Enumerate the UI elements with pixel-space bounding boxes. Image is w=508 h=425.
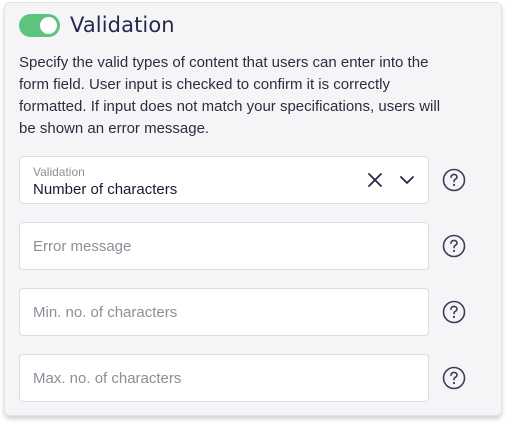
help-circle-icon[interactable] <box>442 366 466 390</box>
min-characters-placeholder: Min. no. of characters <box>33 304 178 321</box>
help-circle-icon[interactable] <box>442 300 466 324</box>
chevron-down-icon[interactable] <box>400 175 414 185</box>
validation-select-value: Number of characters <box>33 181 178 198</box>
help-circle-icon[interactable] <box>442 234 466 258</box>
help-circle-icon[interactable] <box>442 168 466 192</box>
max-characters-input[interactable]: Max. no. of characters <box>19 354 429 402</box>
section-header: Validation <box>19 12 175 38</box>
max-characters-placeholder: Max. no. of characters <box>33 370 182 387</box>
toggle-knob <box>40 16 57 34</box>
validation-toggle[interactable] <box>19 13 60 37</box>
min-characters-input[interactable]: Min. no. of characters <box>19 288 429 336</box>
close-icon[interactable] <box>368 173 382 187</box>
validation-panel: Validation Specify the valid types of co… <box>4 2 502 416</box>
error-message-placeholder: Error message <box>33 238 132 255</box>
error-message-input[interactable]: Error message <box>19 222 429 270</box>
validation-type-select[interactable]: Validation Number of characters <box>19 156 429 204</box>
section-title: Validation <box>70 13 175 37</box>
validation-select-label: Validation <box>33 165 85 179</box>
section-description: Specify the valid types of content that … <box>19 54 441 137</box>
